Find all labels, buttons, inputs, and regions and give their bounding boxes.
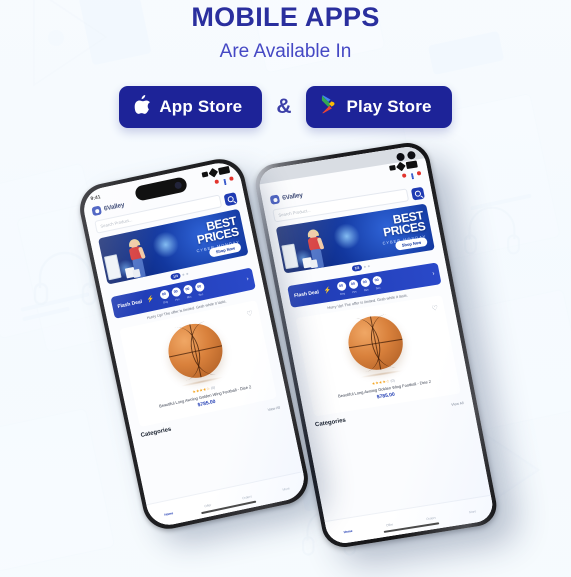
apple-icon — [134, 95, 151, 119]
lightning-bolt-icon: ⚡ — [323, 287, 332, 295]
app-store-label: App Store — [159, 97, 243, 116]
banner-page-indicator: 1/3 — [351, 264, 363, 272]
timer-value: 00 — [182, 283, 193, 295]
brand-name: 6Valley — [281, 191, 304, 202]
timer-value: 00 — [158, 288, 170, 300]
heart-icon[interactable]: ♡ — [431, 304, 439, 313]
timer-value: 00 — [347, 278, 359, 290]
store-separator: & — [276, 95, 292, 118]
flash-deal-label: Flash Deal — [116, 298, 143, 310]
search-icon — [227, 195, 235, 203]
view-all-link[interactable]: View All — [451, 401, 464, 407]
nav-more[interactable]: More — [451, 505, 493, 516]
nav-home[interactable]: Home — [148, 506, 188, 519]
notification-bell-icon[interactable] — [396, 173, 407, 184]
timer-value: 00 — [359, 276, 371, 288]
review-count: (0) — [210, 385, 216, 390]
notification-bell-icon[interactable] — [209, 179, 220, 192]
play-store-button[interactable]: Play Store — [305, 86, 452, 128]
page-title: MOBILE APPS — [191, 2, 380, 32]
nav-orders[interactable]: Orders — [410, 512, 452, 523]
signal-bars-icon — [201, 171, 209, 178]
store-buttons: App Store & Play Store — [0, 86, 571, 128]
shopping-cart-icon[interactable] — [223, 176, 234, 188]
heart-icon[interactable]: ♡ — [246, 309, 254, 318]
chevron-right-icon[interactable]: › — [432, 271, 435, 277]
bottom-navigation: Home Offer Orders More — [324, 494, 496, 546]
flash-deal-label: Flash Deal — [293, 288, 320, 299]
app-store-button[interactable]: App Store — [119, 86, 263, 128]
play-store-label: Play Store — [346, 97, 432, 116]
countdown-timers: 00 Day 00 Hrs 00 Min 00 Sec — [335, 275, 383, 296]
timer-value: 00 — [170, 286, 182, 298]
6valley-logo-icon — [269, 194, 281, 205]
page-header: MOBILE APPS Are Available In — [0, 0, 571, 63]
search-icon — [414, 189, 422, 197]
search-placeholder: Search Product... — [277, 207, 311, 218]
nav-more[interactable]: More — [266, 481, 306, 494]
page-subtitle: Are Available In — [219, 41, 352, 62]
brand-name: 6Valley — [103, 201, 125, 213]
view-all-link[interactable]: View All — [267, 405, 280, 412]
search-button[interactable] — [410, 186, 425, 201]
lightning-bolt-icon: ⚡ — [146, 296, 155, 304]
nav-home[interactable]: Home — [327, 525, 369, 536]
bottom-navigation: Home Offer Orders More — [146, 471, 309, 529]
6valley-logo-icon — [91, 205, 103, 217]
google-play-icon — [321, 95, 338, 119]
timer-value: 00 — [335, 280, 347, 291]
search-button[interactable] — [223, 191, 238, 206]
search-placeholder: Search Product... — [99, 217, 133, 229]
signal-bars-icon — [389, 164, 396, 171]
timer-value: 00 — [371, 275, 382, 286]
review-count: (0) — [390, 378, 396, 383]
chevron-right-icon[interactable]: › — [246, 276, 249, 282]
categories-title: Categories — [314, 417, 347, 429]
banner-page-indicator: 1/3 — [169, 272, 182, 281]
timer-value: 00 — [193, 281, 205, 293]
shopping-cart-icon[interactable] — [410, 170, 422, 182]
categories-title: Categories — [140, 426, 172, 439]
